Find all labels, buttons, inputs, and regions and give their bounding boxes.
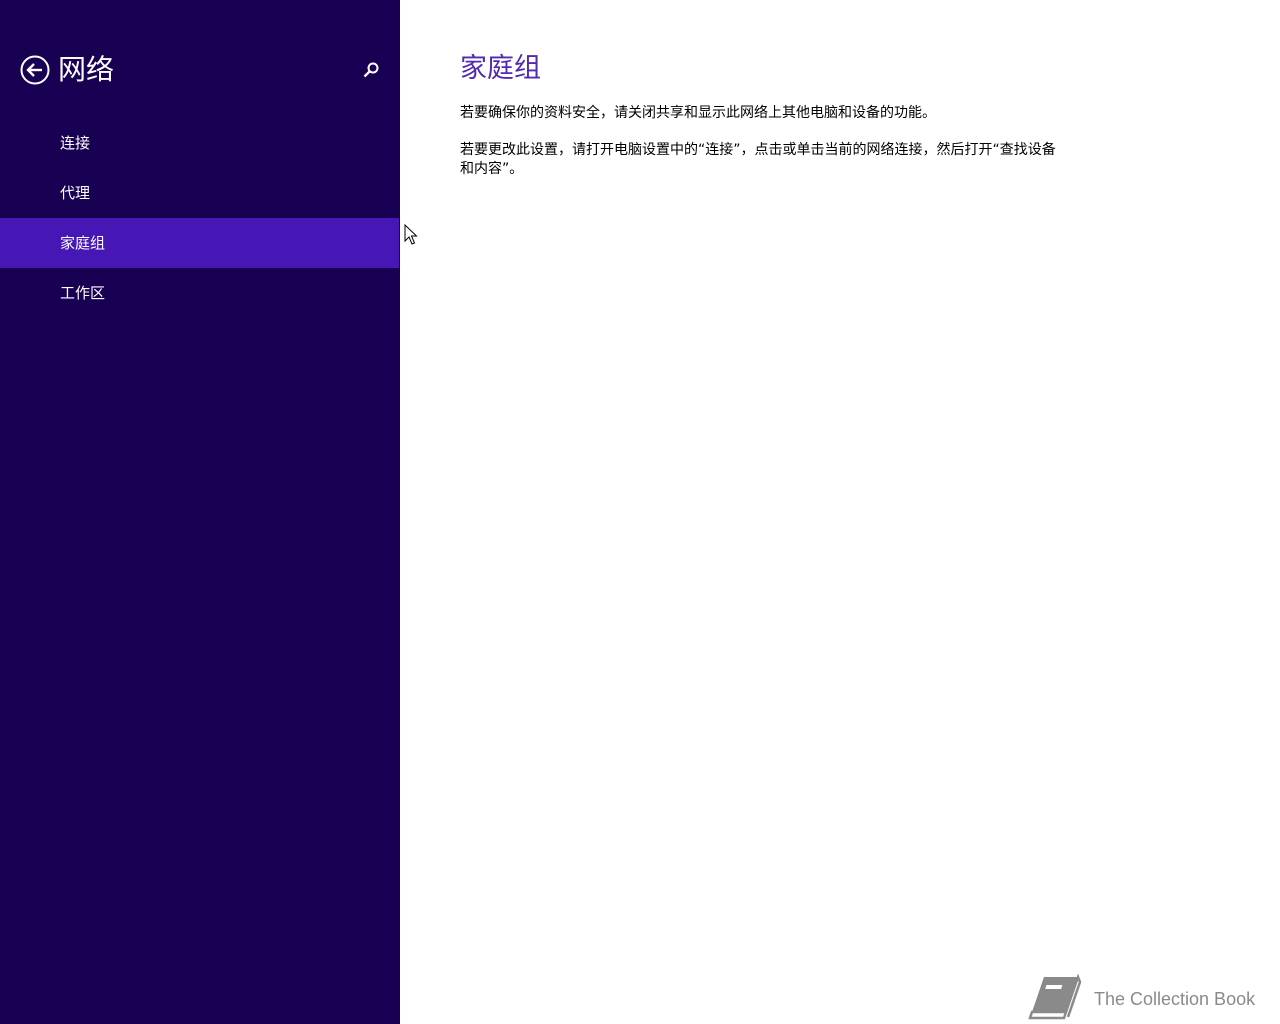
- sidebar-item-homegroup[interactable]: 家庭组: [0, 218, 399, 268]
- page-title: 家庭组: [460, 53, 541, 84]
- sidebar-item-label: 工作区: [60, 284, 106, 302]
- sidebar: 网络 连接 代理 家庭组 工作区: [0, 0, 400, 1024]
- sidebar-title: 网络: [58, 53, 115, 86]
- sidebar-item-label: 连接: [60, 134, 91, 152]
- sidebar-header: 网络: [0, 50, 400, 90]
- sidebar-nav: 连接 代理 家庭组 工作区: [0, 118, 400, 318]
- back-arrow-circle-icon: [20, 55, 50, 85]
- description-privacy: 若要确保你的资料安全，请关闭共享和显示此网络上其他电脑和设备的功能。: [460, 105, 936, 121]
- sidebar-item-label: 家庭组: [60, 234, 106, 252]
- back-button[interactable]: [20, 55, 50, 85]
- sidebar-item-label: 代理: [60, 184, 91, 202]
- description-change-setting: 若要更改此设置，请打开电脑设置中的“连接”，点击或单击当前的网络连接，然后打开“…: [460, 142, 1056, 177]
- book-icon: [1028, 974, 1082, 1020]
- sidebar-item-workplace[interactable]: 工作区: [0, 268, 400, 318]
- mouse-cursor-icon: [404, 224, 418, 245]
- main-content: 家庭组 若要确保你的资料安全，请关闭共享和显示此网络上其他电脑和设备的功能。 若…: [400, 0, 1280, 1024]
- watermark-text: The Collection Book: [1094, 989, 1256, 1009]
- watermark: The Collection Book: [1026, 974, 1266, 1024]
- search-button[interactable]: [360, 59, 382, 81]
- sidebar-item-proxy[interactable]: 代理: [0, 168, 400, 218]
- search-icon: [363, 62, 379, 78]
- sidebar-item-connections[interactable]: 连接: [0, 118, 400, 168]
